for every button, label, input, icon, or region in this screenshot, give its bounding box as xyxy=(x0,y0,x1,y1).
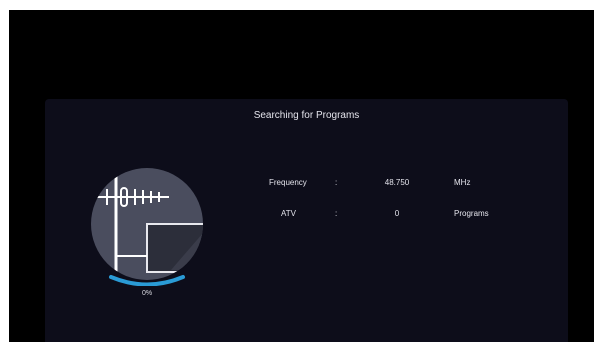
frequency-separator: : xyxy=(335,178,338,187)
frequency-label: Frequency xyxy=(269,178,307,187)
atv-label: ATV xyxy=(281,209,296,218)
atv-unit: Programs xyxy=(454,209,489,218)
frequency-row: Frequency : 48.750 MHz xyxy=(45,178,568,192)
frequency-value: 48.750 xyxy=(384,178,410,187)
frequency-unit: MHz xyxy=(454,178,471,187)
tv-frame: Searching for Programs 0% Frequency: 48… xyxy=(0,0,599,342)
search-progress-percent: 0% xyxy=(141,290,153,297)
atv-value: 0 xyxy=(394,209,400,218)
channel-search-dialog: Searching for Programs 0% Frequency: 48… xyxy=(45,99,568,342)
atv-row: ATV : 0 Programs xyxy=(45,209,568,223)
atv-separator: : xyxy=(335,209,338,218)
dialog-title: Searching for Programs xyxy=(253,110,360,121)
